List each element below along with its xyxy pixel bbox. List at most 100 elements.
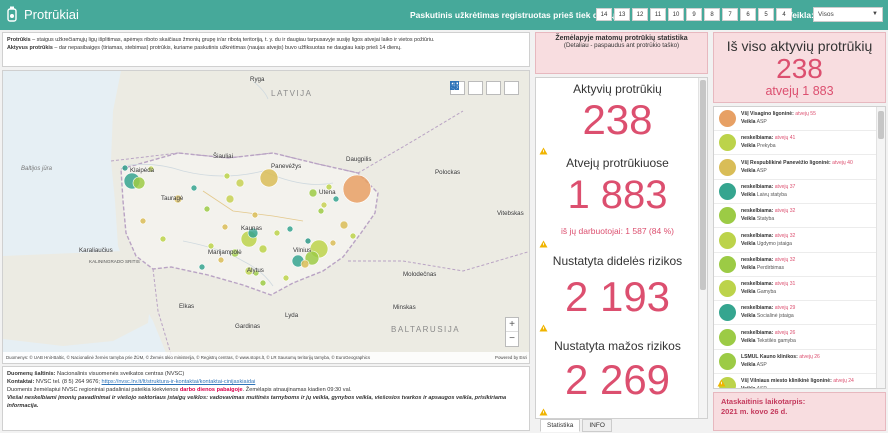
outbreak-bubble[interactable] [259, 168, 279, 188]
city-label: Vilnius [293, 247, 312, 254]
list-item[interactable]: VšĮ Respublikinė Panevėžio ligoninė: atv… [714, 156, 877, 180]
outbreak-activity: Veikla ASP [741, 167, 767, 174]
list-item[interactable]: neskelbiama: atvejų 29 Veikla Socialinė į… [714, 301, 877, 326]
bookmark-button[interactable] [450, 81, 483, 95]
city-label: Molodečnas [403, 271, 437, 278]
veikla-select[interactable]: Visos ▼ [813, 7, 883, 22]
definition-active-outbreak: Aktyvus protrūkis – dar nepasibaigęs (ti… [7, 45, 402, 51]
outbreak-bubble[interactable] [259, 279, 267, 287]
veikla-label: Veikla: [787, 10, 814, 20]
list-item[interactable]: neskelbiama: atvejų 41 Veikla Prekyba [714, 131, 877, 156]
warning-icon [539, 147, 548, 155]
outbreak-activity: Veikla Prekyba [741, 143, 776, 150]
report-label: Ataskaitinis laikotarpis: [721, 397, 806, 406]
list-item[interactable]: LSMUL Kauno klinikos: atvejų 26 Veikla AS… [714, 350, 877, 374]
outbreak-bubble[interactable] [329, 239, 337, 247]
outbreak-bubble[interactable] [190, 184, 198, 192]
day-button[interactable]: 9 [686, 8, 702, 21]
outbreak-bubble[interactable] [225, 194, 235, 204]
city-label: Panevėžys [271, 163, 302, 170]
contacts-link[interactable]: https://nvsc.lrv.lt/lt/struktura-ir-kont… [102, 379, 256, 385]
tab-info[interactable]: INFO [582, 419, 612, 432]
scrollbar-thumb[interactable] [700, 80, 706, 290]
outbreak-bubble[interactable] [286, 225, 294, 233]
outbreak-activity: Veikla Statyba [741, 216, 775, 223]
outbreak-bubble[interactable] [282, 274, 290, 282]
list-item[interactable]: neskelbiama: atvejų 26 Veikla Tekstilės g… [714, 326, 877, 350]
warning-icon [539, 408, 548, 416]
outbreak-bubbles[interactable] [3, 71, 530, 364]
map-view[interactable]: LATVIJA BALTARUSIJA Ryga Šiauliai Panevė… [2, 70, 530, 364]
stats-scrollbar[interactable] [698, 78, 707, 418]
zoom-in-button[interactable]: + [506, 318, 518, 332]
outbreak-bubble[interactable] [342, 174, 372, 204]
day-button[interactable]: 14 [596, 8, 612, 21]
tab-statistika[interactable]: Statistika [540, 419, 581, 432]
totals-title: Iš viso aktyvių protrūkių [726, 38, 873, 54]
outbreak-dot-icon [719, 328, 736, 346]
workers-value: iš jų darbuotojai: 1 587 (84 %) [561, 226, 674, 236]
outbreak-bubble[interactable] [159, 235, 167, 243]
outbreak-bubble[interactable] [304, 237, 312, 245]
low-risk-label: Nustatyta mažos rizikos [554, 339, 681, 353]
outbreak-bubble[interactable] [251, 211, 259, 219]
outbreak-bubble[interactable] [320, 201, 328, 209]
list-item[interactable]: neskelbiama: atvejų 31 Veikla Gamyba [714, 277, 877, 302]
region-label: KALININGRADO SRITIS [89, 259, 140, 264]
outbreak-activity: Veikla Gamyba [741, 289, 777, 296]
outbreak-bubble[interactable] [132, 176, 146, 190]
day-button[interactable]: 13 [614, 8, 630, 21]
grid-icon [450, 81, 459, 90]
list-item[interactable]: neskelbiama: atvejų 32 Veikla Perdirbimas [714, 253, 877, 277]
outbreak-bubble[interactable] [258, 244, 268, 254]
list-item[interactable]: neskelbiama: atvejų 37 Veikla Laivų staty… [714, 180, 877, 204]
outbreak-activity: Veikla ASP [741, 386, 767, 388]
day-button[interactable]: 8 [704, 8, 720, 21]
outbreak-bubble[interactable] [332, 195, 340, 203]
outbreak-bubble[interactable] [300, 259, 310, 269]
list-item[interactable]: VšĮ Visagino ligoninė: atvejų 55 Veikla A… [714, 107, 877, 131]
list-item[interactable]: VšĮ Vilniaus miesto klinikinė ligoninė: … [714, 374, 877, 388]
day-button[interactable]: 5 [758, 8, 774, 21]
city-label: Elkas [179, 303, 195, 310]
day-button[interactable]: 12 [632, 8, 648, 21]
outbreak-bubble[interactable] [203, 205, 211, 213]
outbreak-activity: Veikla Laivų statyba [741, 191, 787, 198]
list-scrollbar[interactable] [876, 107, 885, 388]
basemap-button[interactable] [450, 81, 519, 95]
outbreak-dot-icon [719, 182, 736, 200]
legend-button[interactable] [450, 81, 501, 95]
outbreak-bubble[interactable] [349, 232, 357, 240]
outbreak-bubble[interactable] [308, 188, 318, 198]
outbreak-list[interactable]: VšĮ Visagino ligoninė: atvejų 55 Veikla A… [713, 106, 886, 389]
warning-icon [539, 240, 548, 248]
day-button[interactable]: 10 [668, 8, 684, 21]
outbreak-bubble[interactable] [221, 223, 229, 231]
outbreak-bubble[interactable] [235, 178, 245, 188]
outbreak-bubble[interactable] [198, 263, 206, 271]
list-item[interactable]: neskelbiama: atvejų 32 Veikla Statyba [714, 204, 877, 229]
city-label: Alytus [247, 267, 264, 274]
veikla-select-value: Visos [818, 11, 834, 18]
zoom-out-button[interactable]: − [506, 332, 518, 346]
outbreak-bubble[interactable] [139, 217, 147, 225]
list-item[interactable]: neskelbiama: atvejų 32 Veikla Ugdymo įsta… [714, 229, 877, 253]
stats-panel[interactable]: Aktyvių protrūkių 238 Atvejų protrūkiuos… [535, 77, 708, 419]
day-button[interactable]: 11 [650, 8, 666, 21]
day-button[interactable]: 7 [722, 8, 738, 21]
outbreak-bubble[interactable] [339, 220, 349, 230]
outbreak-bubble[interactable] [273, 229, 281, 237]
city-label: Karaliaučius [79, 247, 113, 254]
outbreak-dot-icon [719, 207, 736, 225]
outbreak-bubble[interactable] [217, 256, 225, 264]
app-title: Protrūkiai [24, 7, 79, 22]
outbreak-bubble[interactable] [317, 207, 325, 215]
city-label: Minskas [393, 304, 416, 311]
outbreak-activity: Veikla Socialinė įstaiga [741, 313, 794, 320]
stats-subtitle: (Detaliau - paspaudus ant protrūkio tašk… [563, 42, 680, 49]
outbreak-bubble[interactable] [223, 172, 231, 180]
day-button[interactable]: 6 [740, 8, 756, 21]
outbreak-dot-icon [719, 110, 736, 127]
outbreak-bubble[interactable] [121, 164, 129, 172]
scrollbar-thumb[interactable] [878, 111, 884, 139]
